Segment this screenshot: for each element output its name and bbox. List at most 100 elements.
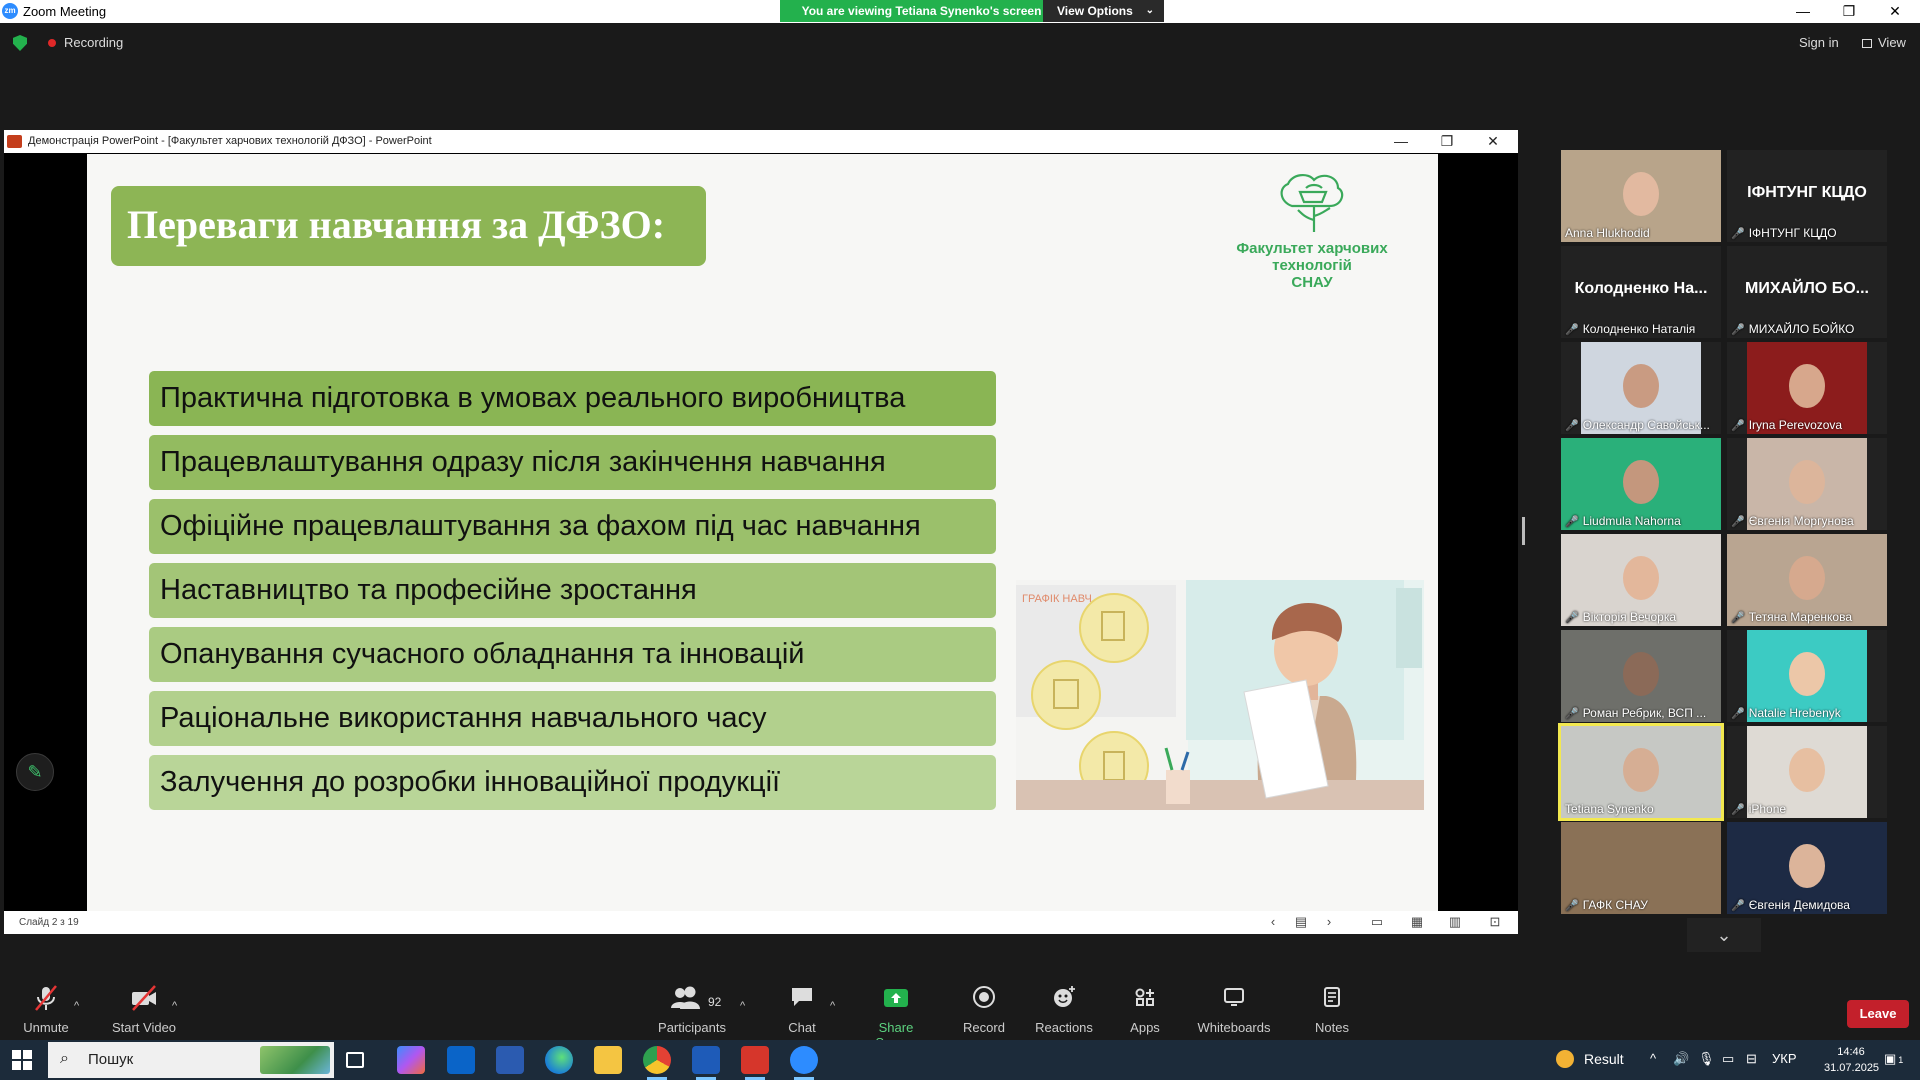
sign-in-button[interactable]: Sign in xyxy=(1799,35,1839,50)
ppt-minimize-button[interactable]: — xyxy=(1378,130,1424,153)
participant-face xyxy=(1623,172,1659,216)
notes-button[interactable]: Notes xyxy=(1312,970,1352,1042)
participant-tile[interactable]: 🎤 Вікторія Вечорка xyxy=(1561,534,1721,626)
slide-list-icon[interactable]: ▤ xyxy=(1294,915,1308,928)
video-options-caret-icon[interactable]: ^ xyxy=(172,1000,177,1012)
view-options-label: View Options xyxy=(1057,4,1133,18)
participant-tile[interactable]: 🎤 iPhone xyxy=(1727,726,1887,818)
language-indicator[interactable]: УКР xyxy=(1772,1051,1797,1066)
battery-icon[interactable]: ▭ xyxy=(1722,1051,1734,1067)
participant-face xyxy=(1789,748,1825,792)
minimize-button[interactable]: — xyxy=(1780,0,1826,23)
muted-mic-icon: 🎤 xyxy=(1731,420,1745,432)
store-icon[interactable] xyxy=(496,1046,524,1074)
gallery-next-page-button[interactable]: ⌄ xyxy=(1687,918,1761,952)
participant-face xyxy=(1623,556,1659,600)
bullet-bar: Офіційне працевлаштування за фахом під ч… xyxy=(149,499,996,554)
microphone-tray-icon[interactable]: 🎙 xyxy=(1698,1051,1715,1067)
view-options-button[interactable]: View Options ⌄ xyxy=(1043,0,1164,22)
powerpoint-icon xyxy=(7,135,22,148)
bullet-bar: Раціональне використання навчального час… xyxy=(149,691,996,746)
participants-button[interactable]: 92 Participants xyxy=(656,970,728,1042)
screen-share-banner: You are viewing Tetiana Synenko's screen xyxy=(780,0,1063,22)
participant-tile[interactable]: 🎤 Роман Ребрик, ВСП ... xyxy=(1561,630,1721,722)
participant-tile[interactable]: Колодненко На... 🎤 Колодненко Наталія xyxy=(1561,246,1721,338)
zoom-taskbar-icon[interactable] xyxy=(790,1046,818,1080)
annotate-pen-button[interactable]: ✎ xyxy=(16,753,54,791)
outlook-icon[interactable] xyxy=(447,1046,475,1074)
participant-name-text: Вікторія Вечорка xyxy=(1582,610,1677,624)
meeting-toolbar: Unmute ^ Start Video ^ 92 Participants ^… xyxy=(0,970,1920,1050)
restore-button[interactable]: ❐ xyxy=(1826,0,1872,23)
slide-title: Переваги навчання за ДФЗО: xyxy=(127,202,666,247)
share-screen-button[interactable]: Share Screen xyxy=(858,970,934,1050)
leave-button[interactable]: Leave xyxy=(1847,1000,1909,1028)
participant-tile[interactable]: 🎤 Євгенія Демидова xyxy=(1727,822,1887,914)
ppt-close-button[interactable]: ✕ xyxy=(1470,130,1516,153)
view-label: View xyxy=(1878,35,1906,50)
system-clock[interactable]: 14:46 31.07.2025 xyxy=(1824,1044,1879,1076)
file-explorer-icon[interactable] xyxy=(594,1046,622,1074)
slide-sorter-icon[interactable]: ▦ xyxy=(1410,915,1424,928)
participant-tile[interactable]: 🎤 Liudmula Nahorna xyxy=(1561,438,1721,530)
reactions-label: Reactions xyxy=(1035,1020,1093,1035)
participant-name: 🎤 Олександр Савойськ... xyxy=(1565,418,1710,432)
whiteboards-button[interactable]: Whiteboards xyxy=(1196,970,1272,1042)
logo-text-line-1: Факультет харчових xyxy=(1236,240,1388,257)
participant-name-text: ІФНТУНГ КЦДО xyxy=(1748,226,1837,240)
muted-mic-icon: 🎤 xyxy=(1565,516,1579,528)
previous-slide-icon[interactable]: ‹ xyxy=(1266,915,1280,928)
view-button[interactable]: View xyxy=(1862,35,1906,50)
windows-start-icon[interactable] xyxy=(12,1050,32,1070)
participant-name: 🎤 ГАФК СНАУ xyxy=(1565,898,1648,912)
slideshow-icon[interactable]: ⊡ xyxy=(1488,915,1502,928)
participant-tile[interactable]: 🎤 Олександр Савойськ... xyxy=(1561,342,1721,434)
participant-name: 🎤 Iryna Perevozova xyxy=(1731,418,1842,432)
participant-tile[interactable]: 🎤 Євгенія Моргунова xyxy=(1727,438,1887,530)
student-illustration: ГРАФІК НАВЧ... xyxy=(1016,580,1424,810)
chat-button[interactable]: Chat xyxy=(774,970,830,1042)
participant-tile[interactable]: 🎤 Тетяна Маренкова xyxy=(1727,534,1887,626)
normal-view-icon[interactable]: ▭ xyxy=(1370,915,1384,928)
participant-tile[interactable]: 🎤 ГАФК СНАУ xyxy=(1561,822,1721,914)
participant-name-text: Євгенія Демидова xyxy=(1748,898,1850,912)
reading-view-icon[interactable]: ▥ xyxy=(1448,915,1462,928)
chrome-icon[interactable] xyxy=(643,1046,671,1080)
word-icon[interactable] xyxy=(692,1046,720,1080)
participant-tile[interactable]: Anna Hlukhodid xyxy=(1561,150,1721,242)
participant-name-text: Liudmula Nahorna xyxy=(1582,514,1681,528)
participant-name: 🎤 Liudmula Nahorna xyxy=(1565,514,1681,528)
participants-caret-icon[interactable]: ^ xyxy=(740,1000,745,1012)
taskbar-search-input[interactable]: ⌕ Пошук xyxy=(48,1042,334,1078)
chat-caret-icon[interactable]: ^ xyxy=(830,1000,835,1012)
apps-button[interactable]: Apps xyxy=(1124,970,1166,1042)
participant-tile[interactable]: 🎤 Iryna Perevozova xyxy=(1727,342,1887,434)
tray-overflow-icon[interactable]: ^ xyxy=(1650,1051,1656,1066)
participant-face xyxy=(1789,460,1825,504)
participant-tile[interactable]: ІФНТУНГ КЦДО 🎤 ІФНТУНГ КЦДО xyxy=(1727,150,1887,242)
task-view-icon[interactable] xyxy=(346,1052,364,1068)
notifications-icon[interactable]: ▣ 1 xyxy=(1884,1051,1903,1067)
next-slide-icon[interactable]: › xyxy=(1322,915,1336,928)
record-button[interactable]: Record xyxy=(956,970,1012,1042)
participant-tile[interactable]: Tetiana Synenko xyxy=(1558,723,1724,821)
wps-icon[interactable] xyxy=(741,1046,769,1080)
participant-tile[interactable]: МИХАЙЛО БО... 🎤 МИХАЙЛО БОЙКО xyxy=(1727,246,1887,338)
close-button[interactable]: ✕ xyxy=(1872,0,1918,23)
copilot-icon[interactable] xyxy=(397,1046,425,1074)
audio-options-caret-icon[interactable]: ^ xyxy=(74,1000,79,1012)
participant-name-text: Anna Hlukhodid xyxy=(1565,226,1650,240)
participant-face xyxy=(1789,652,1825,696)
reactions-button[interactable]: Reactions xyxy=(1034,970,1094,1042)
weather-widget[interactable]: Result xyxy=(1556,1050,1624,1068)
gallery-resize-handle[interactable] xyxy=(1522,517,1525,545)
muted-mic-icon: 🎤 xyxy=(1565,900,1579,912)
ppt-restore-button[interactable]: ❐ xyxy=(1424,130,1470,153)
muted-mic-icon: 🎤 xyxy=(1565,420,1579,432)
network-icon[interactable]: ⊟ xyxy=(1746,1051,1757,1067)
participants-icon: 92 xyxy=(656,984,728,1020)
participant-tile[interactable]: 🎤 Natalie Hrebenyk xyxy=(1727,630,1887,722)
volume-icon[interactable]: 🔊 xyxy=(1673,1051,1689,1067)
edge-icon[interactable] xyxy=(545,1046,573,1074)
unmute-button[interactable]: Unmute xyxy=(14,970,78,1042)
